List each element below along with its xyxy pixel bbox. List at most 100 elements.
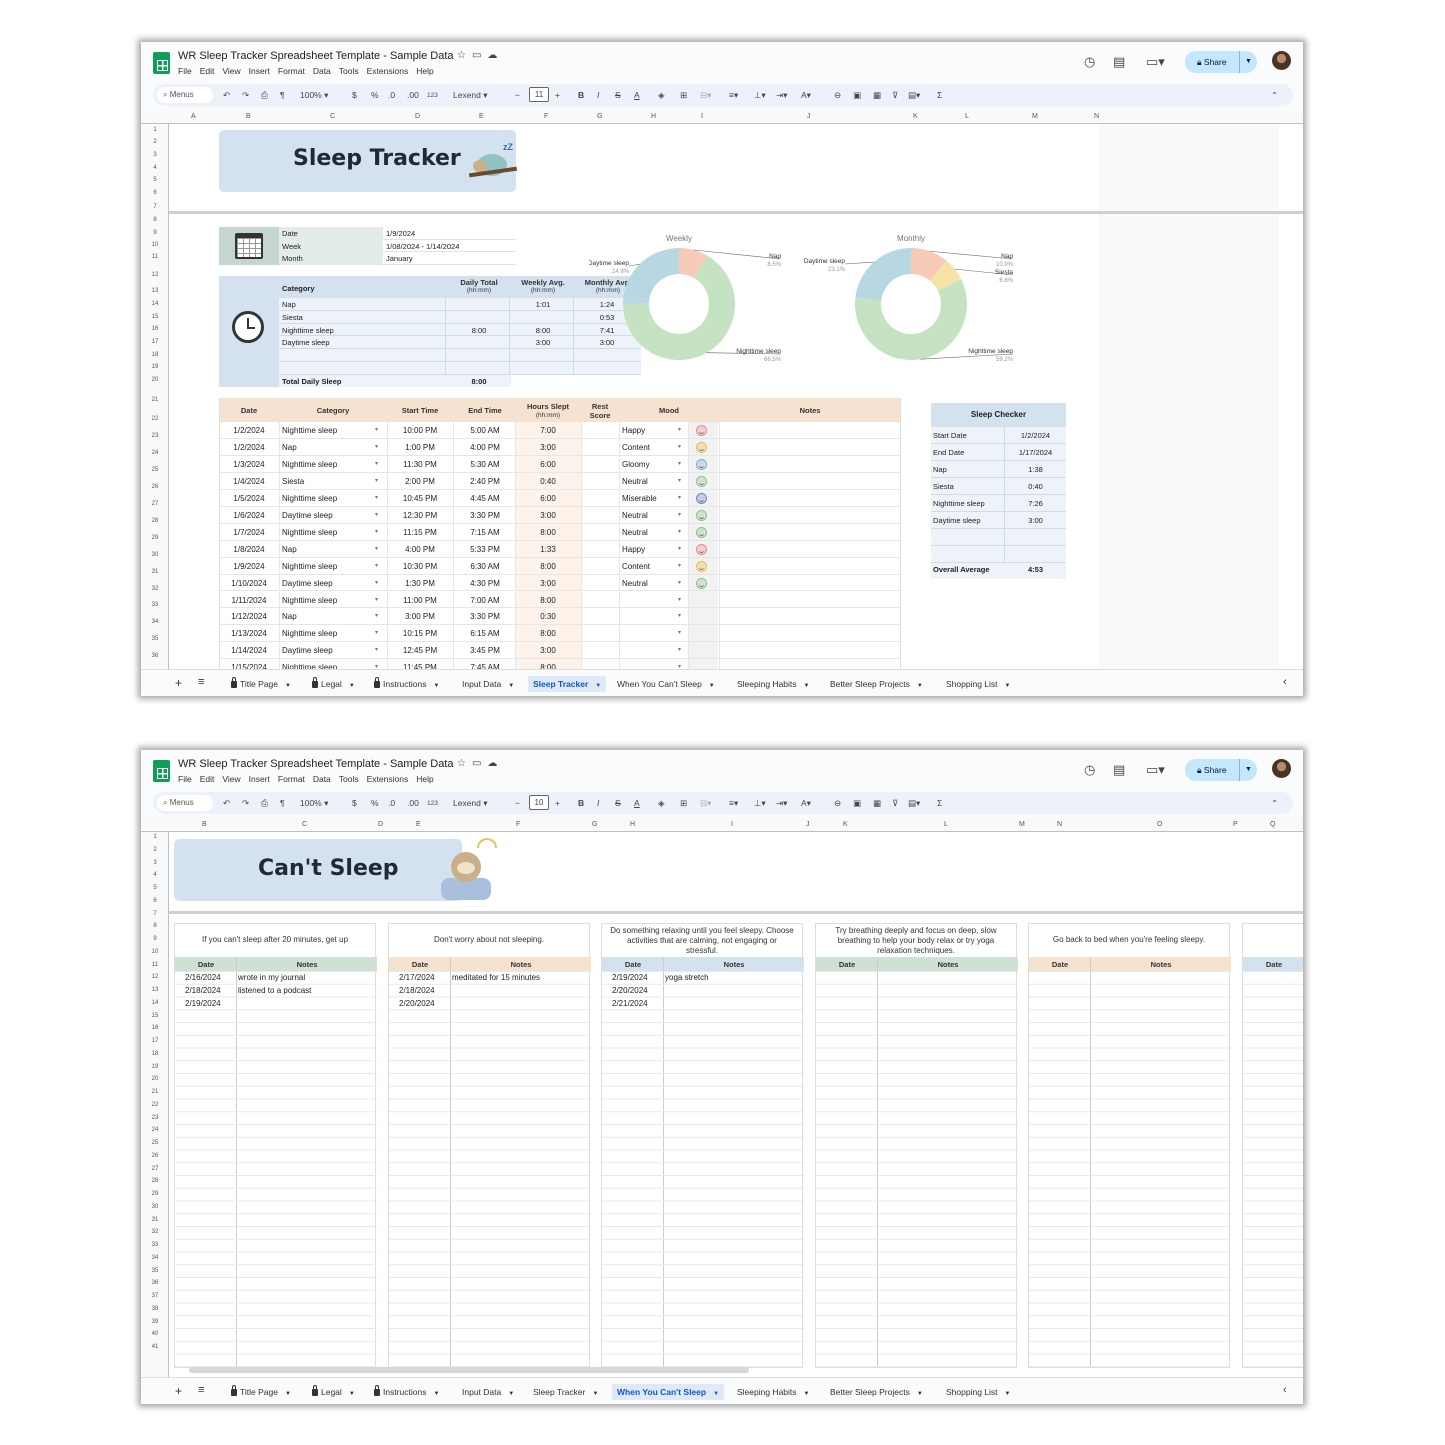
row-number[interactable]: 12 <box>141 974 169 980</box>
avatar[interactable] <box>1272 759 1291 778</box>
valign-icon[interactable]: ⊥▾ <box>754 798 766 809</box>
tab-shopping-list[interactable]: Shopping List ▼ <box>946 679 1010 689</box>
font-size-input[interactable]: 11 <box>529 87 549 102</box>
filter-views-icon[interactable]: ▤▾ <box>908 798 920 809</box>
entry-date[interactable]: 2/20/2024 <box>612 986 648 995</box>
log-cat[interactable]: Nighttime sleep <box>282 629 337 638</box>
log-cat[interactable]: Daytime sleep <box>282 646 333 655</box>
more-formats-button[interactable]: 123 <box>427 92 438 99</box>
row-number[interactable]: 14 <box>141 301 169 307</box>
log-date[interactable]: 1/13/2024 <box>219 629 279 638</box>
log-hours[interactable]: 0:40 <box>515 477 581 486</box>
log-end[interactable]: 7:15 AM <box>453 528 517 537</box>
table-row[interactable]: 1/15/2024 Nighttime sleep 11:45 PM 7:45 AM 8… <box>219 659 901 669</box>
search-menus-button[interactable]: ⌕ Menus <box>157 795 213 811</box>
chevron-down-icon[interactable]: ▾ <box>375 612 378 619</box>
tab-better-sleep-projects[interactable]: Better Sleep Projects ▼ <box>830 679 923 689</box>
percent-button[interactable]: % <box>371 90 379 100</box>
row-number[interactable]: 21 <box>141 1089 169 1095</box>
entry-note[interactable]: yoga stretch <box>665 973 709 982</box>
insert-chart-icon[interactable]: ▦ <box>873 90 881 101</box>
log-start[interactable]: 11:15 PM <box>387 528 453 537</box>
chevron-down-icon[interactable]: ▾ <box>375 579 378 586</box>
row-number[interactable]: 20 <box>141 1076 169 1082</box>
row-number[interactable]: 4 <box>141 165 169 171</box>
log-date[interactable]: 1/9/2024 <box>219 562 279 571</box>
row-number[interactable]: 17 <box>141 1038 169 1044</box>
collapse-toolbar-icon[interactable]: ⌃ <box>1271 90 1278 101</box>
entry-date[interactable]: 2/18/2024 <box>185 986 221 995</box>
row-number[interactable]: 29 <box>141 535 169 541</box>
log-date[interactable]: 1/5/2024 <box>219 494 279 503</box>
paint-format-icon[interactable]: ¶ <box>280 90 285 100</box>
row-headers[interactable]: 1 2 3 4 5 6 7 8 9 10 11 12 13 14 15 16 17 18 19 20 21 22 23 24 2… <box>141 124 169 669</box>
title-actions[interactable]: ☆▭☁ <box>457 50 503 61</box>
history-icon[interactable]: ◷ <box>1084 762 1095 778</box>
row-number[interactable]: 10 <box>141 949 169 955</box>
sheets-logo-icon[interactable] <box>153 760 170 782</box>
row-number[interactable]: 39 <box>141 1319 169 1325</box>
col-n[interactable]: N <box>1094 113 1099 120</box>
table-row[interactable]: 1/2/2024 Nighttime sleep 10:00 PM 5:00 AM 7:… <box>219 422 901 439</box>
log-end[interactable]: 4:30 PM <box>453 579 517 588</box>
font-select[interactable]: Lexend ▾ <box>453 90 488 101</box>
row-number[interactable]: 23 <box>141 1115 169 1121</box>
log-start[interactable]: 12:30 PM <box>387 511 453 520</box>
print-icon[interactable]: ⎙ <box>261 798 268 809</box>
chevron-down-icon[interactable]: ▾ <box>375 460 378 467</box>
col-h[interactable]: H <box>651 113 656 120</box>
paint-format-icon[interactable]: ¶ <box>280 798 285 808</box>
chevron-down-icon[interactable]: ▾ <box>375 646 378 653</box>
log-date[interactable]: 1/2/2024 <box>219 426 279 435</box>
tab-shopping-list[interactable]: Shopping List ▼ <box>946 1387 1010 1397</box>
col-g[interactable]: G <box>597 113 602 120</box>
row-number[interactable]: 23 <box>141 433 169 439</box>
row-number[interactable]: 37 <box>141 1293 169 1299</box>
row-number[interactable]: 11 <box>141 962 169 968</box>
entry-date[interactable]: 2/19/2024 <box>612 973 648 982</box>
chevron-down-icon[interactable]: ▾ <box>375 545 378 552</box>
log-cat[interactable]: Nighttime sleep <box>282 460 337 469</box>
log-cat[interactable]: Siesta <box>282 477 304 486</box>
info-value[interactable]: 1/08/2024 - 1/14/2024 <box>386 242 459 251</box>
log-date[interactable]: 1/11/2024 <box>219 596 279 605</box>
row-number[interactable]: 40 <box>141 1331 169 1337</box>
all-sheets-icon[interactable]: ≡ <box>198 676 204 688</box>
row-number[interactable]: 5 <box>141 177 169 183</box>
spreadsheet-grid[interactable]: B C D E F G H I J K L M N O P Q 12345678… <box>141 818 1303 1377</box>
row-number[interactable]: 24 <box>141 450 169 456</box>
meet-icon[interactable]: ▭▾ <box>1146 54 1165 70</box>
log-end[interactable]: 4:00 PM <box>453 443 517 452</box>
log-end[interactable]: 5:33 PM <box>453 545 517 554</box>
row-number[interactable]: 35 <box>141 636 169 642</box>
wrap-icon[interactable]: ⇥▾ <box>776 798 787 809</box>
currency-button[interactable]: $ <box>352 798 357 808</box>
row-number[interactable]: 31 <box>141 569 169 575</box>
menu-file[interactable]: File <box>178 774 192 784</box>
col-g[interactable]: G <box>592 821 597 828</box>
wrap-icon[interactable]: ⇥▾ <box>776 90 787 101</box>
menu-file[interactable]: File <box>178 66 192 76</box>
chevron-down-icon[interactable]: ▾ <box>678 511 681 518</box>
menu-tools[interactable]: Tools <box>339 774 359 784</box>
chevron-down-icon[interactable]: ▾ <box>678 596 681 603</box>
log-date[interactable]: 1/12/2024 <box>219 612 279 621</box>
text-color-button[interactable]: A <box>634 90 640 100</box>
tab-input-data[interactable]: Input Data ▼ <box>462 679 514 689</box>
menu-view[interactable]: View <box>222 774 240 784</box>
spreadsheet-grid[interactable]: A B C D E F G H I J K L M N 1 2 3 4 5 6 7 8 9 10 1… <box>141 110 1303 669</box>
table-row[interactable]: 1/7/2024 Nighttime sleep 11:15 PM 7:15 AM 8:… <box>219 523 901 541</box>
insert-comment-icon[interactable]: ▣ <box>853 90 861 101</box>
tab-instructions[interactable]: Instructions ▼ <box>374 677 439 689</box>
row-number[interactable]: 33 <box>141 1242 169 1248</box>
entry-note[interactable]: listened to a podcast <box>238 986 311 995</box>
tab-when-you-can-t-sleep[interactable]: When You Can't Sleep ▼ <box>617 679 715 689</box>
title-actions[interactable]: ☆▭☁ <box>457 758 503 769</box>
menu-help[interactable]: Help <box>416 774 433 784</box>
row-number[interactable]: 10 <box>141 242 169 248</box>
log-mood[interactable]: Neutral <box>622 511 648 520</box>
row-number[interactable]: 3 <box>141 152 169 158</box>
log-mood[interactable]: Happy <box>622 545 645 554</box>
log-mood[interactable]: Content <box>622 562 650 571</box>
log-hours[interactable]: 8:00 <box>515 562 581 571</box>
